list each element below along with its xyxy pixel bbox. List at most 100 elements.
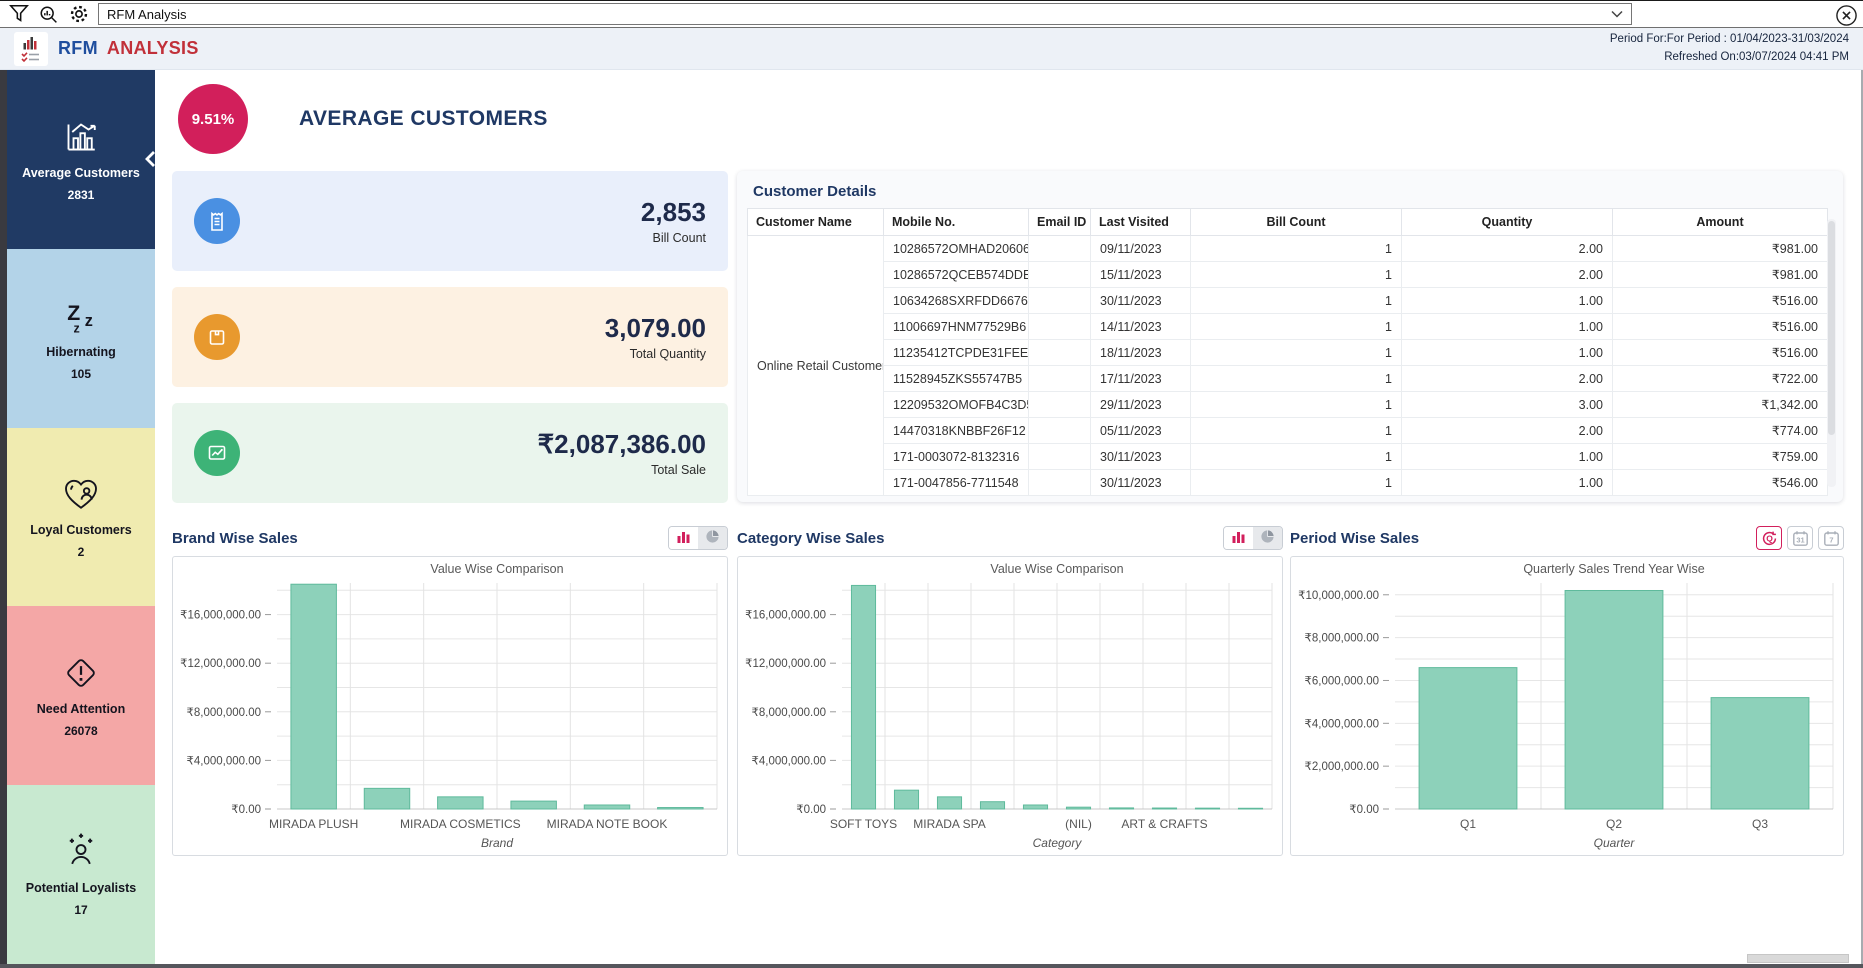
window-titlebar: RFM Analysis	[0, 0, 1863, 28]
kpi-value: ₹2,087,386.00	[538, 429, 706, 460]
svg-text:₹16,000,000.00: ₹16,000,000.00	[745, 610, 826, 622]
bar-3	[980, 802, 1004, 809]
cell-email	[1029, 288, 1091, 314]
cell-mobile: 11235412TCPDE31FEE	[884, 340, 1029, 366]
bar-q2	[1565, 590, 1663, 809]
table-row: 10286572QCEB574DDE15/11/202312.00₹981.00	[748, 262, 1828, 288]
cell-amount: ₹774.00	[1613, 418, 1828, 444]
report-meta: Period For:For Period : 01/04/2023-31/03…	[1610, 31, 1849, 67]
cell-amount: ₹722.00	[1613, 366, 1828, 392]
sidebar-item-hibernating[interactable]: ZzzHibernating105	[7, 249, 155, 428]
pie-chart-toggle[interactable]	[1253, 527, 1282, 549]
column-header-amount[interactable]: Amount	[1613, 209, 1828, 236]
weekly-toggle[interactable]: 7	[1818, 526, 1844, 550]
cell-email	[1029, 236, 1091, 262]
chart-section-title: Category Wise Sales	[737, 530, 884, 547]
sidebar-item-loyal-customers[interactable]: Loyal Customers2	[7, 428, 155, 607]
chart-section-header: Brand Wise Sales	[172, 525, 728, 551]
monthly-toggle[interactable]: 31	[1787, 526, 1813, 550]
cell-last-visited: 30/11/2023	[1091, 444, 1191, 470]
kpi-value: 3,079.00	[605, 313, 706, 344]
svg-text:₹8,000,000.00: ₹8,000,000.00	[1305, 633, 1379, 645]
bar-4	[1023, 805, 1047, 809]
pie-chart-toggle[interactable]	[698, 527, 727, 549]
svg-text:(NIL): (NIL)	[1065, 817, 1092, 831]
cell-quantity: 3.00	[1402, 392, 1613, 418]
filter-icon[interactable]	[5, 2, 32, 26]
quarterly-toggle[interactable]: Q	[1756, 526, 1782, 550]
horizontal-scrollbar-thumb[interactable]	[1747, 954, 1849, 963]
receipt-icon	[194, 198, 240, 244]
kpi-label: Total Quantity	[605, 347, 706, 361]
bar-nil	[1066, 807, 1090, 809]
column-header-email-id[interactable]: Email ID	[1029, 209, 1091, 236]
sidebar-item-need-attention[interactable]: Need Attention26078	[7, 606, 155, 785]
cell-last-visited: 05/11/2023	[1091, 418, 1191, 444]
chart-section-header: Category Wise Sales	[737, 525, 1283, 551]
segment-percent-value: 9.51%	[192, 111, 235, 128]
report-selector-dropdown[interactable]: RFM Analysis	[98, 3, 1632, 25]
main-content: 9.51% AVERAGE CUSTOMERS 2,853Bill Count3…	[155, 70, 1861, 964]
svg-text:₹4,000,000.00: ₹4,000,000.00	[187, 755, 261, 767]
cell-amount: ₹759.00	[1613, 444, 1828, 470]
sidebar-item-average-customers[interactable]: Average Customers2831	[7, 70, 155, 249]
bar-chart-icon	[676, 530, 691, 547]
sidebar-item-potential-loyalists[interactable]: Potential Loyalists 17	[7, 785, 155, 964]
svg-text:Value Wise Comparison: Value Wise Comparison	[430, 562, 563, 576]
sidebar-item-label: Need Attention	[37, 702, 125, 717]
svg-text:MIRADA PLUSH: MIRADA PLUSH	[269, 817, 358, 831]
bar-chart-toggle[interactable]	[669, 527, 698, 549]
cell-last-visited: 30/11/2023	[1091, 288, 1191, 314]
svg-text:₹8,000,000.00: ₹8,000,000.00	[187, 707, 261, 719]
brand-analysis: ANALYSIS	[107, 38, 199, 59]
cell-quantity: 2.00	[1402, 236, 1613, 262]
app-header: RFM ANALYSIS Period For:For Period : 01/…	[0, 28, 1863, 70]
cell-bill-count: 1	[1191, 340, 1402, 366]
bar-mirada-plush	[291, 584, 336, 809]
close-icon[interactable]	[1834, 3, 1858, 27]
column-header-mobile-no[interactable]: Mobile No.	[884, 209, 1029, 236]
svg-text:₹6,000,000.00: ₹6,000,000.00	[1305, 675, 1379, 687]
bar-mirada-cosmetics	[438, 797, 483, 809]
bar-chart-toggle[interactable]	[1224, 527, 1253, 549]
bar-9	[1238, 808, 1262, 809]
cell-email	[1029, 366, 1091, 392]
sleep-zz-icon: Zzz	[59, 296, 103, 336]
kpi-text: 3,079.00 Total Quantity	[605, 313, 728, 361]
column-header-bill-count[interactable]: Bill Count	[1191, 209, 1402, 236]
bar-art-crafts	[1152, 808, 1176, 809]
column-header-last-visited[interactable]: Last Visited	[1091, 209, 1191, 236]
kpi-card-bill-count: 2,853Bill Count	[172, 171, 728, 271]
column-header-customer-name[interactable]: Customer Name	[748, 209, 884, 236]
cell-bill-count: 1	[1191, 288, 1402, 314]
sidebar-item-label: Potential Loyalists	[26, 881, 136, 896]
cell-quantity: 2.00	[1402, 418, 1613, 444]
cell-last-visited: 14/11/2023	[1091, 314, 1191, 340]
kpi-cards: 2,853Bill Count 3,079.00 Total Quantity ₹2,…	[172, 171, 728, 503]
cell-email	[1029, 262, 1091, 288]
svg-text:Brand: Brand	[481, 836, 513, 850]
cell-quantity: 1.00	[1402, 444, 1613, 470]
table-row: Online Retail Customer10286572OMHAD20606…	[748, 236, 1828, 262]
kpi-card-total-quantity: 3,079.00 Total Quantity	[172, 287, 728, 387]
table-row: 171-0003072-813231630/11/202311.00₹759.0…	[748, 444, 1828, 470]
bar-6	[1109, 808, 1133, 809]
column-header-quantity[interactable]: Quantity	[1402, 209, 1613, 236]
table-scrollbar[interactable]	[1827, 219, 1836, 487]
heart-person-icon	[59, 474, 103, 514]
sidebar-item-count: 17	[74, 903, 87, 917]
table-row: 10634268SXRFDD667630/11/202311.00₹516.00	[748, 288, 1828, 314]
chart-section-title: Period Wise Sales	[1290, 530, 1419, 547]
kpi-value: 2,853	[641, 197, 706, 228]
analyze-icon[interactable]	[35, 2, 62, 26]
kpi-label: Total Sale	[538, 463, 706, 477]
table-scrollbar-thumb[interactable]	[1828, 221, 1835, 435]
cell-bill-count: 1	[1191, 470, 1402, 496]
settings-icon[interactable]	[65, 2, 92, 26]
svg-text:7: 7	[1829, 535, 1833, 544]
svg-text:Quarter: Quarter	[1594, 836, 1636, 850]
svg-text:₹10,000,000.00: ₹10,000,000.00	[1298, 590, 1379, 602]
chevron-down-icon	[1611, 10, 1623, 18]
person-sparkle-icon	[59, 832, 103, 872]
brand-rfm: RFM	[58, 38, 98, 59]
